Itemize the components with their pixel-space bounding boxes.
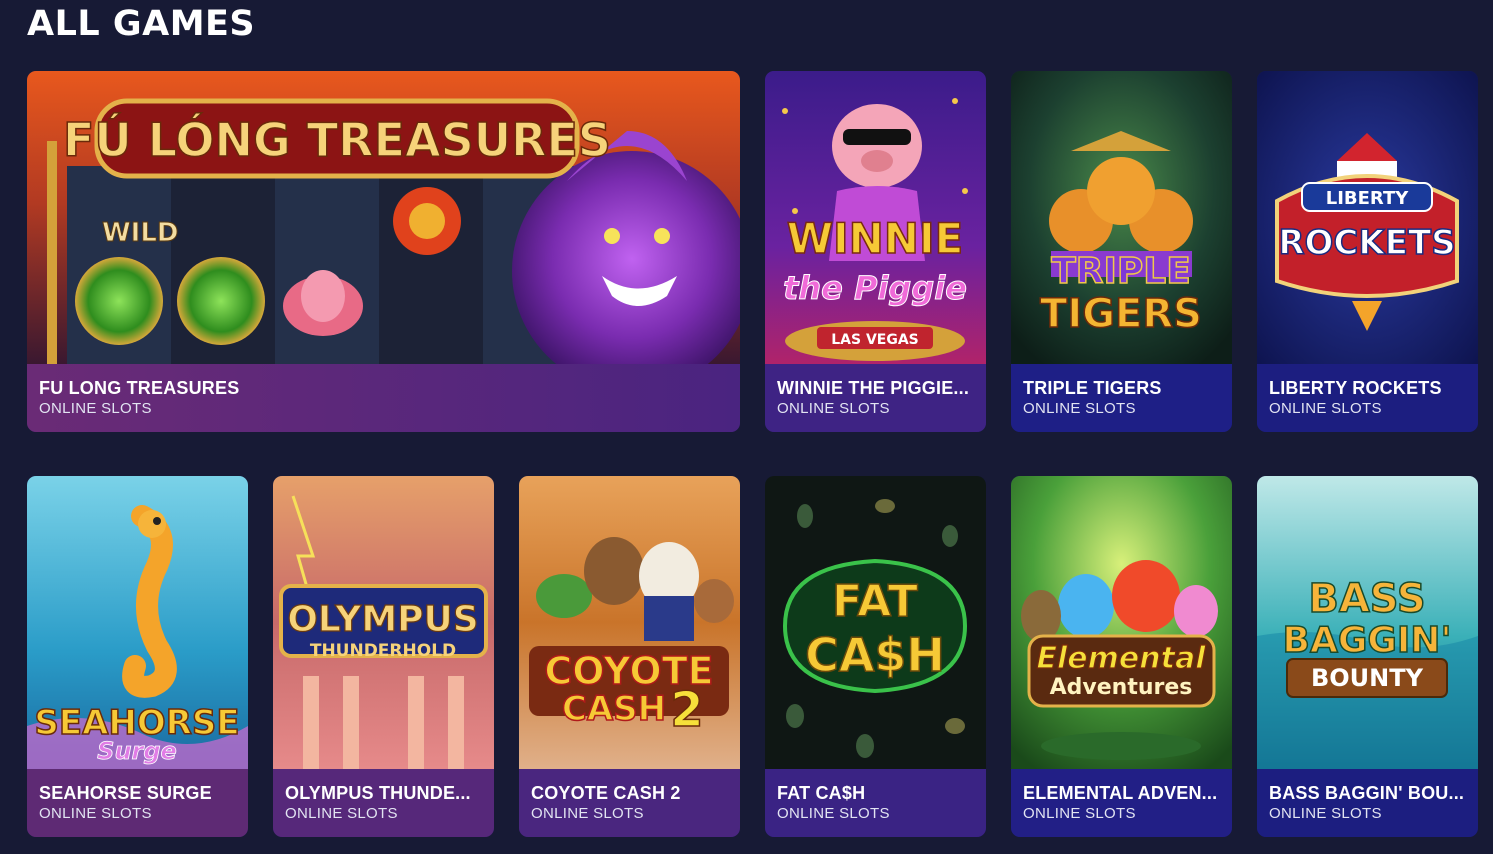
game-thumbnail: OLYMPUS THUNDERHOLD — [273, 476, 494, 769]
svg-text:WINNIE: WINNIE — [787, 214, 964, 263]
game-info: TRIPLE TIGERS ONLINE SLOTS — [1011, 364, 1232, 432]
svg-text:LAS VEGAS: LAS VEGAS — [831, 332, 919, 348]
game-title: FU LONG TREASURES — [39, 378, 240, 398]
game-category: ONLINE SLOTS — [1023, 400, 1136, 417]
game-thumbnail: FÚ LÓNG TREASURES WILD — [27, 71, 740, 364]
game-thumbnail: SEAHORSE Surge — [27, 476, 248, 769]
game-info: BASS BAGGIN' BOU... ONLINE SLOTS — [1257, 769, 1478, 837]
svg-text:ROCKETS: ROCKETS — [1278, 223, 1455, 263]
svg-text:FAT: FAT — [832, 576, 918, 627]
game-category: ONLINE SLOTS — [1023, 805, 1136, 822]
game-info: FAT CA$H ONLINE SLOTS — [765, 769, 986, 837]
game-category: ONLINE SLOTS — [39, 400, 152, 417]
game-title: LIBERTY ROCKETS — [1269, 378, 1442, 398]
game-info: COYOTE CASH 2 ONLINE SLOTS — [519, 769, 740, 837]
game-category: ONLINE SLOTS — [777, 400, 890, 417]
svg-text:OLYMPUS: OLYMPUS — [287, 599, 478, 640]
game-title: FAT CA$H — [777, 783, 866, 803]
game-card-winnie-the-piggie[interactable]: WINNIE the Piggie LAS VEGAS WINNIE THE P… — [765, 71, 986, 432]
game-title: BASS BAGGIN' BOU... — [1269, 783, 1465, 803]
svg-text:the Piggie: the Piggie — [783, 269, 967, 307]
game-category: ONLINE SLOTS — [777, 805, 890, 822]
svg-text:TIGERS: TIGERS — [1040, 291, 1202, 337]
svg-text:Adventures: Adventures — [1050, 675, 1193, 700]
game-thumbnail: TRIPLE TIGERS — [1011, 71, 1232, 364]
svg-text:2: 2 — [670, 682, 703, 738]
svg-text:BASS: BASS — [1308, 576, 1425, 622]
game-category: ONLINE SLOTS — [285, 805, 398, 822]
svg-text:Elemental: Elemental — [1037, 641, 1207, 676]
svg-text:CA$H: CA$H — [805, 628, 945, 682]
game-thumbnail: BASS BAGGIN' BOUNTY — [1257, 476, 1478, 769]
game-card-liberty-rockets[interactable]: LIBERTY ROCKETS LIBERTY ROCKETS ONLINE S… — [1257, 71, 1478, 432]
game-info: OLYMPUS THUNDE... ONLINE SLOTS — [273, 769, 494, 837]
game-logo-text: FÚ LÓNG TREASURES — [63, 113, 611, 167]
game-card-seahorse-surge[interactable]: SEAHORSE Surge SEAHORSE SURGE ONLINE SLO… — [27, 476, 248, 837]
game-thumbnail: FAT CA$H — [765, 476, 986, 769]
svg-text:WILD: WILD — [102, 218, 179, 248]
game-thumbnail: WINNIE the Piggie LAS VEGAS — [765, 71, 986, 364]
game-thumbnail: LIBERTY ROCKETS — [1257, 71, 1478, 364]
page-title: ALL GAMES — [27, 4, 256, 44]
game-thumbnail: COYOTE CASH 2 — [519, 476, 740, 769]
game-card-bass-baggin-bounty[interactable]: BASS BAGGIN' BOUNTY BASS BAGGIN' BOU... … — [1257, 476, 1478, 837]
svg-text:LIBERTY: LIBERTY — [1326, 188, 1410, 209]
game-title: COYOTE CASH 2 — [531, 783, 681, 803]
game-title: TRIPLE TIGERS — [1023, 378, 1162, 398]
game-title: SEAHORSE SURGE — [39, 783, 212, 803]
game-info: WINNIE THE PIGGIE... ONLINE SLOTS — [765, 364, 986, 432]
game-card-fu-long-treasures[interactable]: FÚ LÓNG TREASURES WILD FU LONG TREASURES… — [27, 71, 740, 432]
game-title: WINNIE THE PIGGIE... — [777, 378, 970, 398]
game-info: FU LONG TREASURES ONLINE SLOTS — [27, 364, 740, 432]
game-card-elemental-adventures[interactable]: Elemental Adventures ELEMENTAL ADVEN... … — [1011, 476, 1232, 837]
game-info: SEAHORSE SURGE ONLINE SLOTS — [27, 769, 248, 837]
svg-text:BOUNTY: BOUNTY — [1311, 664, 1424, 692]
game-category: ONLINE SLOTS — [531, 805, 644, 822]
svg-text:BAGGIN': BAGGIN' — [1283, 620, 1452, 661]
game-title: ELEMENTAL ADVEN... — [1023, 783, 1218, 803]
game-title: OLYMPUS THUNDE... — [285, 783, 471, 803]
game-card-coyote-cash-2[interactable]: COYOTE CASH 2 COYOTE CASH 2 ONLINE SLOTS — [519, 476, 740, 837]
svg-text:Surge: Surge — [97, 737, 177, 765]
svg-text:TRIPLE: TRIPLE — [1051, 251, 1191, 292]
game-category: ONLINE SLOTS — [1269, 805, 1382, 822]
game-category: ONLINE SLOTS — [39, 805, 152, 822]
game-info: LIBERTY ROCKETS ONLINE SLOTS — [1257, 364, 1478, 432]
game-info: ELEMENTAL ADVEN... ONLINE SLOTS — [1011, 769, 1232, 837]
svg-text:THUNDERHOLD: THUNDERHOLD — [310, 641, 456, 661]
game-thumbnail: Elemental Adventures — [1011, 476, 1232, 769]
game-card-fat-cash[interactable]: FAT CA$H FAT CA$H ONLINE SLOTS — [765, 476, 986, 837]
game-card-triple-tigers[interactable]: TRIPLE TIGERS TRIPLE TIGERS ONLINE SLOTS — [1011, 71, 1232, 432]
svg-text:CASH: CASH — [562, 689, 666, 729]
game-card-olympus-thunderhold[interactable]: OLYMPUS THUNDERHOLD OLYMPUS THUNDE... ON… — [273, 476, 494, 837]
game-category: ONLINE SLOTS — [1269, 400, 1382, 417]
